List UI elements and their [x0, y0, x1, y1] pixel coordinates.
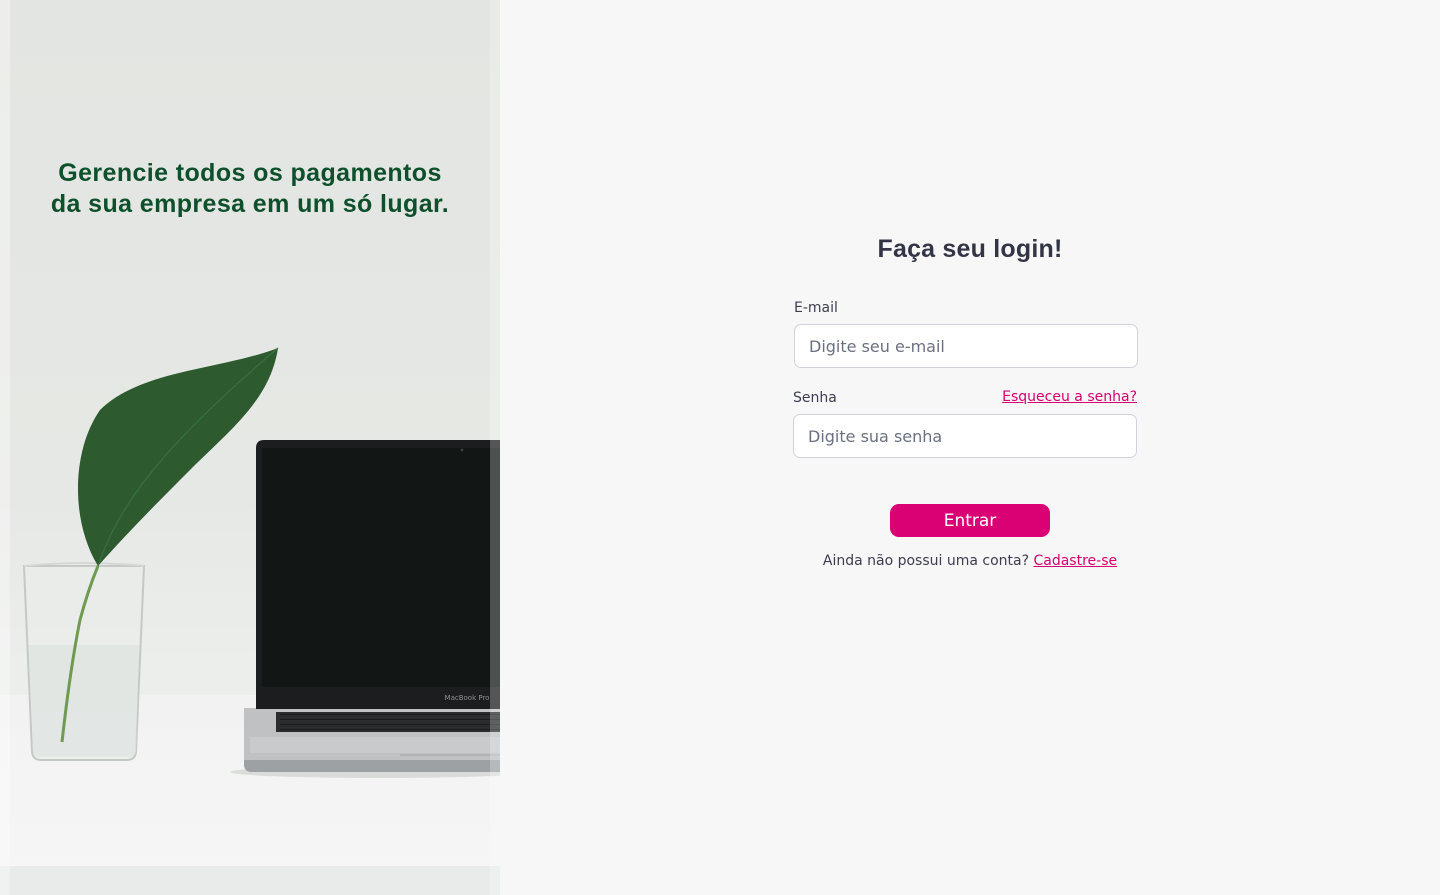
login-page: MacBook Pro Gerencie todos os pagamentos… [0, 0, 1440, 895]
login-button[interactable]: Entrar [890, 504, 1050, 537]
signup-link[interactable]: Cadastre-se [1033, 553, 1117, 569]
hero-photo: MacBook Pro [22, 347, 500, 778]
signup-prompt-row: Ainda não possui uma conta? Cadastre-se [500, 553, 1440, 569]
hero-left-edge [0, 0, 10, 895]
login-title: Faça seu login! [877, 235, 1063, 263]
password-label: Senha [793, 390, 837, 406]
laptop-display [262, 448, 500, 687]
email-label: E-mail [794, 300, 838, 316]
laptop-camera [460, 448, 464, 452]
password-field[interactable] [793, 414, 1137, 458]
glass-water [29, 645, 139, 757]
login-panel: Faça seu login! E-mail Senha Esqueceu a … [500, 0, 1440, 895]
laptop-trackpad-edge [250, 737, 500, 753]
laptop-grille [400, 754, 500, 756]
signup-prompt: Ainda não possui uma conta? [822, 553, 1030, 569]
water-glass [22, 562, 146, 761]
laptop-brand-text: MacBook Pro [445, 694, 490, 702]
email-field[interactable] [794, 324, 1138, 368]
leaf [77, 348, 278, 566]
hero-headline: Gerencie todos os pagamentos da sua empr… [50, 159, 450, 218]
laptop-base-front [244, 760, 500, 772]
forgot-password-link[interactable]: Esqueceu a senha? [1002, 389, 1137, 405]
hero-panel: MacBook Pro Gerencie todos os pagamentos… [0, 0, 500, 895]
hero-right-edge [490, 0, 500, 895]
laptop: MacBook Pro [244, 440, 500, 772]
